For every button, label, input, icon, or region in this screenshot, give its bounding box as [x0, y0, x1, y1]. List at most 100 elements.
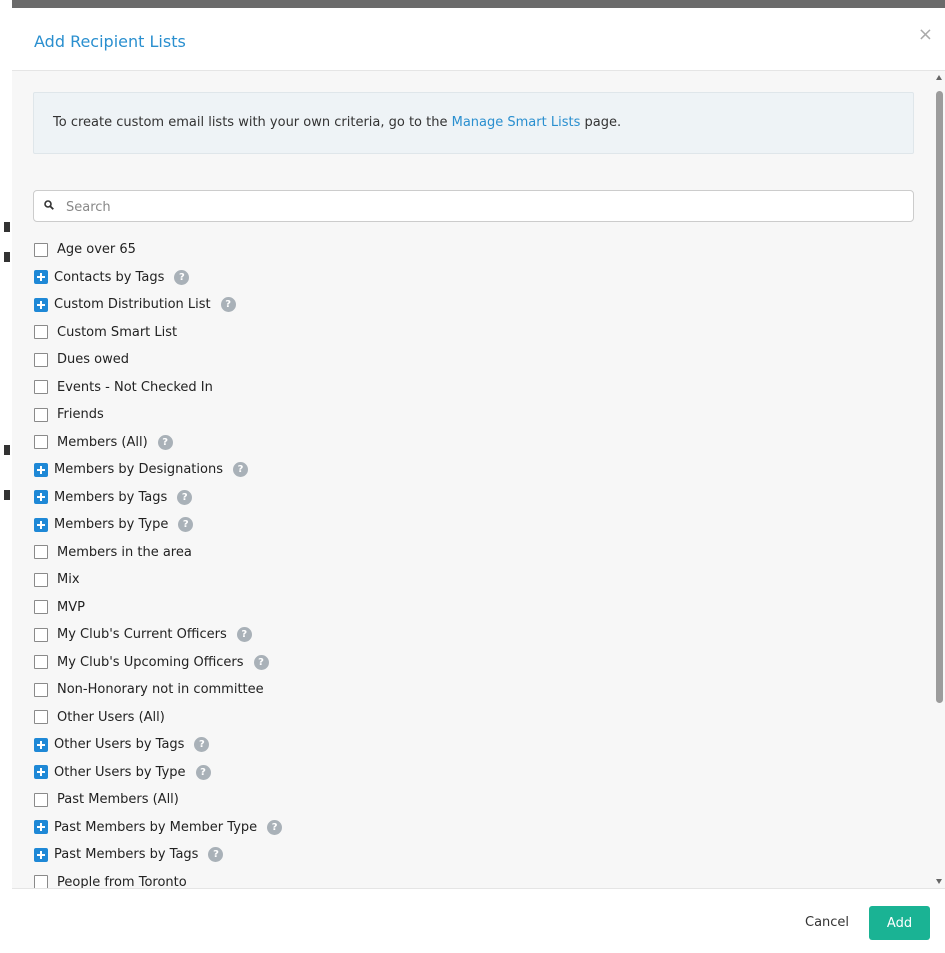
list-item[interactable]: My Club's Upcoming Officers? — [34, 649, 894, 677]
help-icon[interactable]: ? — [220, 297, 236, 313]
list-item[interactable]: Other Users by Type? — [34, 759, 894, 787]
list-item[interactable]: Non-Honorary not in committee — [34, 676, 894, 704]
list-item-label: Past Members by Member Type — [54, 819, 258, 835]
modal-body: To create custom email lists with your o… — [12, 71, 945, 888]
list-item-label: My Club's Upcoming Officers — [57, 654, 244, 670]
list-item-label: MVP — [57, 599, 85, 615]
help-icon[interactable]: ? — [208, 847, 224, 863]
help-icon[interactable]: ? — [253, 654, 269, 670]
list-item[interactable]: Members by Tags? — [34, 484, 894, 512]
list-item[interactable]: Members in the area — [34, 539, 894, 567]
search-box — [33, 190, 914, 222]
list-item-label: Events - Not Checked In — [57, 379, 213, 395]
list-checkbox[interactable] — [34, 380, 48, 395]
expand-plus-icon[interactable] — [34, 297, 48, 312]
list-item[interactable]: Custom Smart List — [34, 319, 894, 347]
list-checkbox[interactable] — [34, 710, 48, 725]
list-item-label: Other Users by Tags — [54, 737, 185, 753]
expand-plus-icon[interactable] — [34, 847, 48, 862]
scrollbar-thumb[interactable] — [936, 91, 943, 703]
list-item-label: Members by Designations — [54, 462, 223, 478]
expand-plus-icon[interactable] — [34, 270, 48, 285]
cancel-button[interactable]: Cancel — [805, 915, 849, 930]
list-item-label: Other Users by Type — [54, 764, 186, 780]
expand-plus-icon[interactable] — [34, 820, 48, 835]
modal-title: Add Recipient Lists — [34, 32, 186, 51]
list-checkbox[interactable] — [34, 545, 48, 560]
list-item[interactable]: Past Members (All) — [34, 786, 894, 814]
list-item[interactable]: Past Members by Tags? — [34, 841, 894, 869]
background-fragment — [4, 222, 10, 232]
search-input[interactable] — [64, 195, 898, 219]
close-icon[interactable]: × — [918, 26, 933, 44]
list-item[interactable]: People from Toronto — [34, 869, 894, 888]
recipient-list: Age over 65 Contacts by Tags? Custom Distr… — [34, 236, 894, 888]
list-item[interactable]: Events - Not Checked In — [34, 374, 894, 402]
list-item[interactable]: Friends — [34, 401, 894, 429]
list-item[interactable]: Members by Type? — [34, 511, 894, 539]
list-checkbox[interactable] — [34, 600, 48, 615]
list-checkbox[interactable] — [34, 352, 48, 367]
list-item-label: Friends — [57, 407, 104, 423]
list-item[interactable]: Past Members by Member Type? — [34, 814, 894, 842]
background-fragment — [4, 445, 10, 455]
list-item-label: Custom Smart List — [57, 324, 178, 340]
manage-smart-lists-link[interactable]: Manage Smart Lists — [452, 115, 581, 130]
list-item-label: People from Toronto — [57, 874, 187, 888]
list-item[interactable]: Other Users (All) — [34, 704, 894, 732]
list-checkbox[interactable] — [34, 572, 48, 587]
help-icon[interactable]: ? — [232, 462, 248, 478]
info-text: To create custom email lists with your o… — [53, 115, 621, 130]
list-checkbox[interactable] — [34, 682, 48, 697]
add-button[interactable]: Add — [869, 906, 930, 940]
list-item-label: Members by Type — [54, 517, 169, 533]
list-item-label: Past Members (All) — [57, 792, 179, 808]
list-checkbox[interactable] — [34, 435, 48, 450]
list-item[interactable]: Contacts by Tags? — [34, 264, 894, 292]
list-item[interactable]: Mix — [34, 566, 894, 594]
help-icon[interactable]: ? — [195, 764, 211, 780]
expand-plus-icon[interactable] — [34, 517, 48, 532]
info-text-before: To create custom email lists with your o… — [53, 115, 452, 130]
list-item-label: Custom Distribution List — [54, 297, 211, 313]
help-icon[interactable]: ? — [177, 489, 193, 505]
list-item[interactable]: Members by Designations? — [34, 456, 894, 484]
info-alert: To create custom email lists with your o… — [33, 92, 914, 154]
expand-plus-icon[interactable] — [34, 462, 48, 477]
list-item[interactable]: My Club's Current Officers? — [34, 621, 894, 649]
expand-plus-icon[interactable] — [34, 490, 48, 505]
list-item-label: Other Users (All) — [57, 709, 165, 725]
list-item[interactable]: Other Users by Tags? — [34, 731, 894, 759]
list-checkbox[interactable] — [34, 655, 48, 670]
list-checkbox[interactable] — [34, 325, 48, 340]
background-page — [0, 0, 12, 953]
help-icon[interactable]: ? — [194, 737, 210, 753]
list-item[interactable]: Age over 65 — [34, 236, 894, 264]
list-checkbox[interactable] — [34, 627, 48, 642]
help-icon[interactable]: ? — [236, 627, 252, 643]
list-item-label: Contacts by Tags — [54, 269, 165, 285]
scroll-up-arrow-icon[interactable] — [936, 75, 942, 80]
list-item-label: Members in the area — [57, 544, 192, 560]
help-icon[interactable]: ? — [157, 434, 173, 450]
info-text-after: page. — [580, 115, 622, 130]
expand-plus-icon[interactable] — [34, 765, 48, 780]
help-icon[interactable]: ? — [178, 517, 194, 533]
list-checkbox[interactable] — [34, 875, 48, 888]
list-item-label: Members by Tags — [54, 489, 168, 505]
help-icon[interactable]: ? — [267, 819, 283, 835]
scrollbar[interactable] — [933, 71, 945, 888]
list-checkbox[interactable] — [34, 242, 48, 257]
list-item-label: Mix — [57, 572, 80, 588]
list-checkbox[interactable] — [34, 792, 48, 807]
list-item[interactable]: MVP — [34, 594, 894, 622]
list-item-label: Dues owed — [57, 352, 129, 368]
list-item[interactable]: Members (All)? — [34, 429, 894, 457]
list-checkbox[interactable] — [34, 407, 48, 422]
list-item[interactable]: Custom Distribution List? — [34, 291, 894, 319]
scroll-down-arrow-icon[interactable] — [936, 879, 942, 884]
list-item[interactable]: Dues owed — [34, 346, 894, 374]
background-fragment — [4, 490, 10, 500]
expand-plus-icon[interactable] — [34, 737, 48, 752]
help-icon[interactable]: ? — [174, 269, 190, 285]
